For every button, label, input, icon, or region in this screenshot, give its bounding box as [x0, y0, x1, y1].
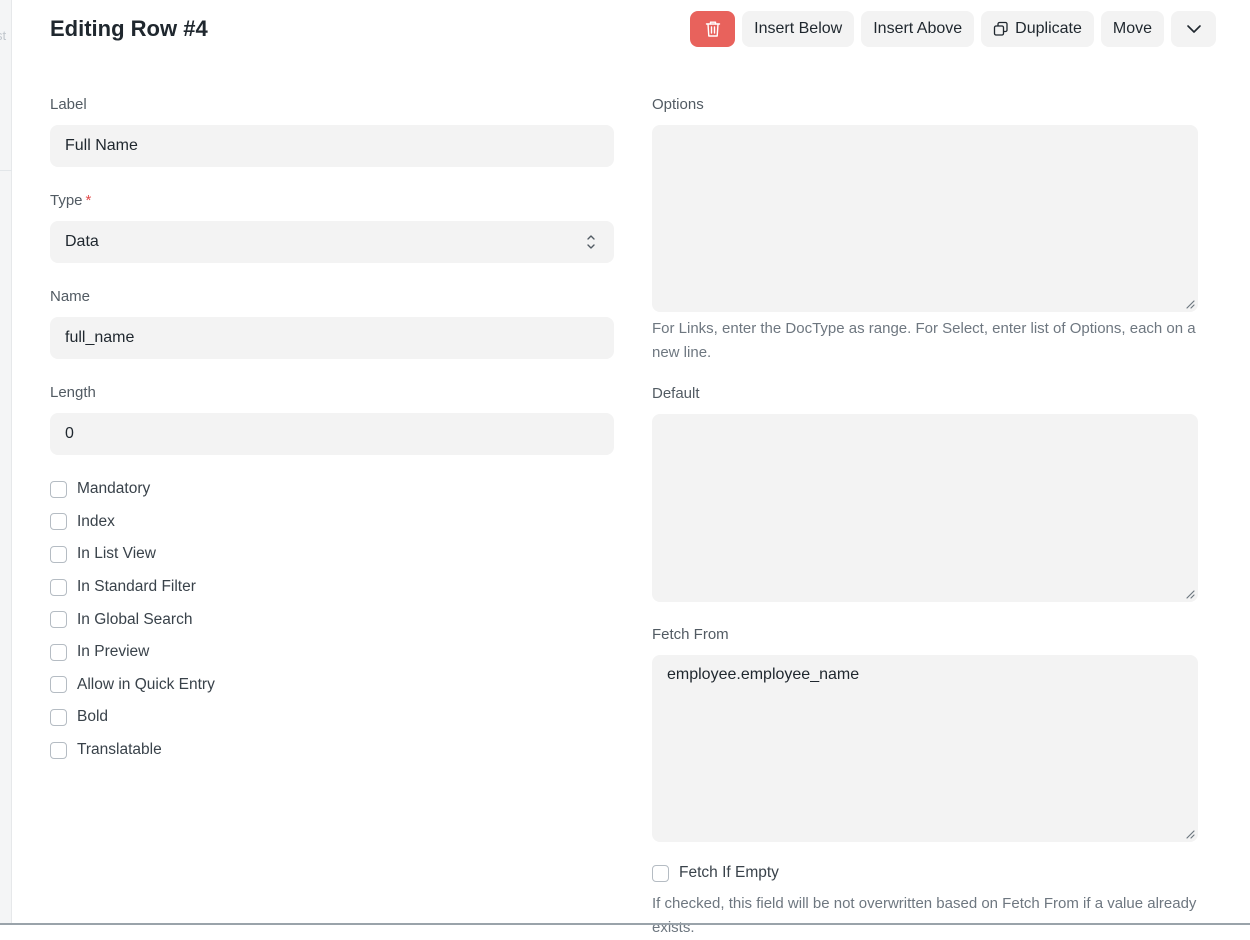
length-field: Length 0	[50, 384, 614, 455]
checkbox-box[interactable]	[50, 644, 67, 661]
checkbox-box[interactable]	[50, 709, 67, 726]
left-column: Label Full Name Type* Data Name full_nam…	[50, 96, 614, 766]
label-input-value: Full Name	[65, 137, 138, 155]
resize-handle-icon[interactable]	[1185, 829, 1195, 839]
checkbox-box[interactable]	[50, 611, 67, 628]
type-label-text: Type	[50, 192, 83, 209]
resize-handle-icon[interactable]	[1185, 299, 1195, 309]
options-help-text: For Links, enter the DocType as range. F…	[652, 317, 1198, 365]
checkbox-index[interactable]: Index	[50, 506, 614, 539]
checkbox-bold[interactable]: Bold	[50, 701, 614, 734]
checkbox-box[interactable]	[50, 546, 67, 563]
right-column: Options For Links, enter the DocType as …	[652, 96, 1198, 940]
page-title: Editing Row #4	[50, 16, 208, 42]
more-actions-button[interactable]	[1171, 11, 1216, 47]
checkbox-label: Bold	[77, 708, 108, 726]
length-input-value: 0	[65, 425, 74, 443]
label-field: Label Full Name	[50, 96, 614, 167]
options-textarea[interactable]	[652, 125, 1198, 312]
checkbox-in-standard-filter[interactable]: In Standard Filter	[50, 571, 614, 604]
checkbox-label: Index	[77, 513, 115, 531]
backdrop-list-edge: st	[0, 0, 12, 925]
duplicate-icon	[993, 21, 1009, 37]
name-input-value: full_name	[65, 329, 134, 347]
fetch-if-empty-help-text: If checked, this field will be not overw…	[652, 892, 1198, 940]
type-field-label: Type*	[50, 192, 614, 212]
fetch-from-field-label: Fetch From	[652, 626, 1198, 646]
required-marker: *	[86, 192, 92, 209]
length-input[interactable]: 0	[50, 413, 614, 455]
checkbox-box[interactable]	[50, 513, 67, 530]
checkbox-box[interactable]	[50, 676, 67, 693]
checkbox-label: In Standard Filter	[77, 578, 196, 596]
checkbox-in-preview[interactable]: In Preview	[50, 636, 614, 669]
checkbox-box[interactable]	[50, 742, 67, 759]
checkbox-label: In Preview	[77, 643, 149, 661]
checkbox-in-list-view[interactable]: In List View	[50, 538, 614, 571]
resize-handle-icon[interactable]	[1185, 589, 1195, 599]
default-field: Default	[652, 385, 1198, 602]
fetch-from-field: Fetch From employee.employee_name	[652, 626, 1198, 842]
name-field-label: Name	[50, 288, 614, 308]
delete-row-button[interactable]	[690, 11, 735, 47]
checkbox-label: Mandatory	[77, 480, 150, 498]
checkbox-in-global-search[interactable]: In Global Search	[50, 603, 614, 636]
checkbox-translatable[interactable]: Translatable	[50, 734, 614, 767]
checkbox-mandatory[interactable]: Mandatory	[50, 473, 614, 506]
checkbox-fetch-if-empty[interactable]: Fetch If Empty	[652, 857, 1198, 890]
backdrop-text: st	[0, 28, 6, 43]
label-field-label: Label	[50, 96, 614, 116]
select-updown-icon	[586, 233, 596, 251]
property-checkboxes: Mandatory Index In List View In Standard…	[50, 473, 614, 766]
default-textarea[interactable]	[652, 414, 1198, 602]
duplicate-button[interactable]: Duplicate	[981, 11, 1094, 47]
fetch-from-textarea[interactable]: employee.employee_name	[652, 655, 1198, 842]
chevron-down-icon	[1186, 24, 1202, 34]
name-field: Name full_name	[50, 288, 614, 359]
name-input[interactable]: full_name	[50, 317, 614, 359]
checkbox-box[interactable]	[652, 865, 669, 882]
checkbox-label: Fetch If Empty	[679, 864, 779, 882]
type-field: Type* Data	[50, 192, 614, 263]
insert-below-button[interactable]: Insert Below	[742, 11, 854, 47]
fetch-from-textarea-value: employee.employee_name	[667, 666, 859, 683]
options-field-label: Options	[652, 96, 1198, 116]
checkbox-box[interactable]	[50, 579, 67, 596]
row-editor-panel: Editing Row #4 Insert Below Insert Above…	[12, 0, 1250, 925]
row-toolbar: Insert Below Insert Above Duplicate Move	[690, 11, 1216, 47]
backdrop-divider	[0, 170, 12, 171]
checkbox-label: In Global Search	[77, 611, 192, 629]
type-select-value: Data	[65, 233, 99, 251]
insert-above-button[interactable]: Insert Above	[861, 11, 974, 47]
length-field-label: Length	[50, 384, 614, 404]
checkbox-box[interactable]	[50, 481, 67, 498]
checkbox-label: Translatable	[77, 741, 162, 759]
move-button[interactable]: Move	[1101, 11, 1164, 47]
checkbox-label: Allow in Quick Entry	[77, 676, 215, 694]
checkbox-allow-in-quick-entry[interactable]: Allow in Quick Entry	[50, 669, 614, 702]
type-select[interactable]: Data	[50, 221, 614, 263]
duplicate-label: Duplicate	[1015, 20, 1082, 38]
default-field-label: Default	[652, 385, 1198, 405]
checkbox-label: In List View	[77, 545, 156, 563]
trash-icon	[705, 20, 721, 38]
options-field: Options For Links, enter the DocType as …	[652, 96, 1198, 365]
label-input[interactable]: Full Name	[50, 125, 614, 167]
